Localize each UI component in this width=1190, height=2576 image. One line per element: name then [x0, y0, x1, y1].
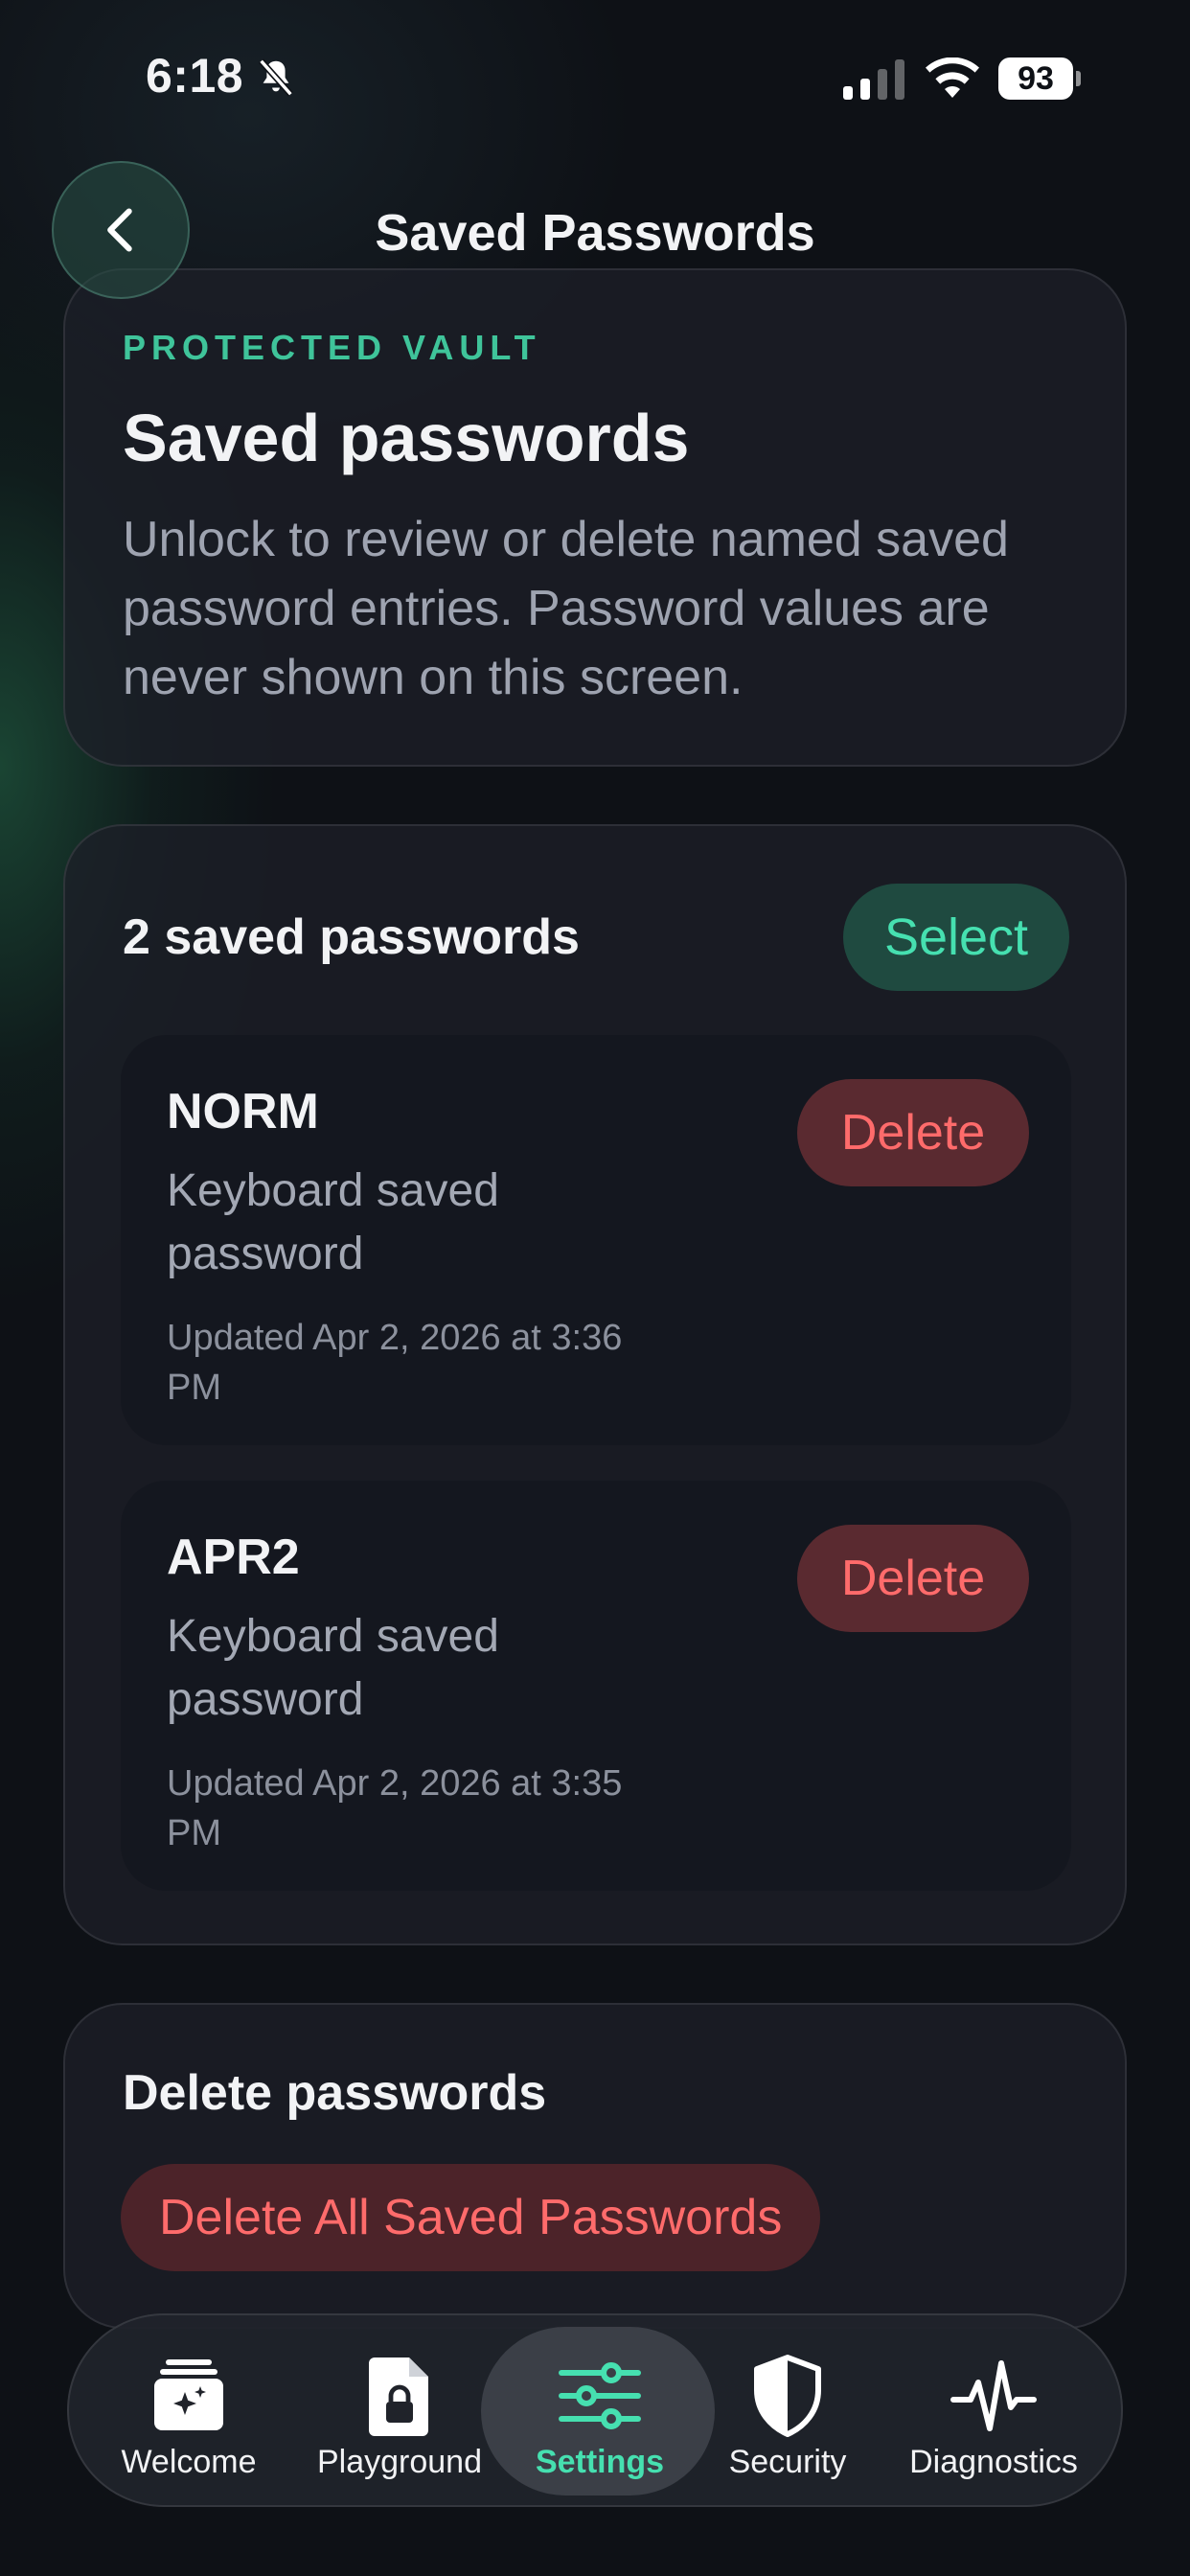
delete-section-title: Delete passwords — [123, 2065, 547, 2121]
password-entry[interactable]: APR2 Keyboard saved password Updated Apr… — [121, 1481, 1071, 1891]
saved-passwords-card: 2 saved passwords Select NORM Keyboard s… — [63, 824, 1127, 1945]
wifi-icon — [926, 58, 979, 98]
entry-updated: Updated Apr 2, 2026 at 3:36 PM — [167, 1318, 623, 1408]
delete-all-button[interactable]: Delete All Saved Passwords — [121, 2164, 821, 2271]
entry-name: APR2 — [167, 1530, 300, 1585]
tab-label: Playground — [316, 2444, 482, 2480]
tab-bar: Welcome Playground Settings Security Dia… — [67, 2313, 1123, 2507]
battery-level: 93 — [998, 58, 1073, 100]
tab-welcome[interactable]: Welcome — [107, 2315, 270, 2505]
eyebrow-label: PROTECTED VAULT — [123, 328, 541, 367]
tab-security[interactable]: Security — [692, 2315, 883, 2505]
locked-document-icon — [369, 2358, 428, 2436]
delete-passwords-card: Delete passwords Delete All Saved Passwo… — [63, 2003, 1127, 2329]
intro-card: PROTECTED VAULT Saved passwords Unlock t… — [63, 268, 1127, 767]
sparkle-card-icon — [154, 2359, 223, 2430]
entry-type: Keyboard saved password — [167, 1165, 499, 1279]
entry-type: Keyboard saved password — [167, 1611, 499, 1725]
delete-button[interactable]: Delete — [797, 1079, 1029, 1186]
delete-button[interactable]: Delete — [797, 1525, 1029, 1632]
entry-updated: Updated Apr 2, 2026 at 3:35 PM — [167, 1763, 623, 1853]
battery-icon: 93 — [998, 58, 1081, 102]
shield-icon — [754, 2355, 821, 2437]
tab-playground[interactable]: Playground — [309, 2315, 491, 2505]
sliders-icon — [559, 2362, 641, 2429]
tab-label: Welcome — [121, 2444, 257, 2480]
status-bar: 6:18 93 — [0, 0, 1190, 144]
intro-description: Unlock to review or delete named saved p… — [123, 512, 1009, 705]
battery-cap — [1076, 71, 1081, 86]
tab-label: Diagnostics — [909, 2444, 1078, 2480]
intro-title: Saved passwords — [123, 401, 690, 475]
page-title: Saved Passwords — [375, 204, 815, 262]
tab-diagnostics[interactable]: Diagnostics — [883, 2315, 1104, 2505]
status-time: 6:18 — [146, 49, 244, 103]
select-button[interactable]: Select — [843, 884, 1069, 991]
tab-settings[interactable]: Settings — [483, 2315, 717, 2505]
bell-slash-icon — [259, 58, 293, 97]
password-entry[interactable]: NORM Keyboard saved password Updated Apr… — [121, 1035, 1071, 1445]
waveform-icon — [950, 2360, 1037, 2431]
tab-label: Security — [728, 2444, 847, 2480]
signal-icon — [843, 59, 904, 100]
entry-name: NORM — [167, 1084, 319, 1139]
tab-label: Settings — [535, 2444, 665, 2480]
saved-count-label: 2 saved passwords — [123, 909, 580, 965]
